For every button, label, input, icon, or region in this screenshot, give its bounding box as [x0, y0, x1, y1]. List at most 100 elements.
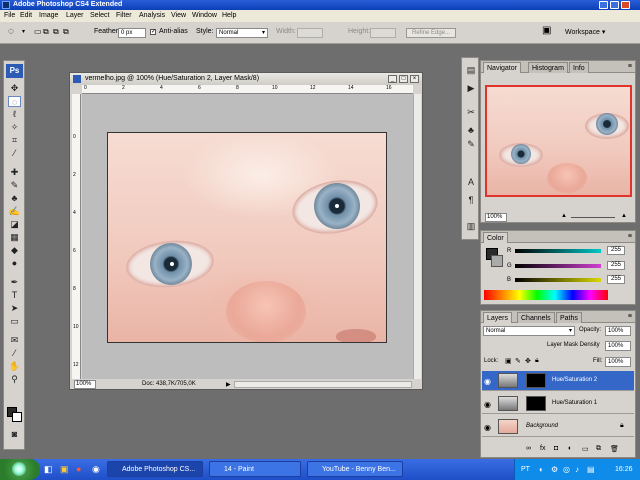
close-button[interactable]: [621, 1, 630, 9]
eyedropper-tool-icon[interactable]: ⁄: [8, 148, 21, 159]
crop-tool-icon[interactable]: ⌗: [8, 135, 21, 146]
quicklaunch-icon[interactable]: ▣: [60, 464, 69, 475]
brush-tool-icon[interactable]: ✎: [8, 180, 21, 191]
actions-panel-icon[interactable]: ▶: [465, 82, 477, 94]
tab-color[interactable]: Color: [483, 232, 508, 243]
quick-mask-icon[interactable]: ◙: [8, 429, 21, 440]
layer-comps-icon[interactable]: ▥: [465, 220, 477, 232]
history-brush-tool-icon[interactable]: ✍: [8, 206, 21, 217]
clone-stamp-tool-icon[interactable]: ♣: [8, 193, 21, 204]
menu-help[interactable]: Help: [222, 10, 236, 22]
lock-all-icon[interactable]: 🔒︎: [535, 357, 539, 365]
pen-tool-icon[interactable]: ✒: [8, 277, 21, 288]
fx-icon[interactable]: fx: [540, 445, 545, 452]
healing-brush-tool-icon[interactable]: ✚: [8, 167, 21, 178]
intersect-selection-icon[interactable]: ⧉: [63, 27, 69, 37]
quicklaunch-icon[interactable]: ◉: [92, 464, 100, 475]
language-indicator[interactable]: PT: [521, 459, 530, 480]
menu-select[interactable]: Select: [90, 10, 109, 22]
paragraph-panel-icon[interactable]: ¶: [465, 194, 477, 206]
blue-slider[interactable]: B 255: [507, 275, 635, 285]
taskbar-button-youtube[interactable]: YouTube - Benny Ben...: [307, 461, 403, 477]
tray-icon[interactable]: ⚙: [551, 459, 558, 480]
path-selection-tool-icon[interactable]: ➤: [8, 303, 21, 314]
character-panel-icon[interactable]: A: [465, 176, 477, 188]
zoom-slider[interactable]: [571, 217, 615, 218]
visibility-eye-icon[interactable]: ◉: [484, 400, 491, 409]
background-color-swatch[interactable]: [12, 412, 22, 422]
marquee-preset-icon[interactable]: ◌: [8, 26, 14, 37]
zoom-in-icon[interactable]: ▲: [621, 213, 627, 219]
shape-tool-icon[interactable]: ▭: [8, 316, 21, 327]
tab-paths[interactable]: Paths: [556, 312, 582, 323]
menu-file[interactable]: File: [4, 10, 15, 22]
notes-tool-icon[interactable]: ✉: [8, 335, 21, 346]
fill-field[interactable]: 100%: [605, 357, 631, 367]
canvas-area[interactable]: [82, 94, 413, 379]
menu-view[interactable]: View: [171, 10, 186, 22]
tab-layers[interactable]: Layers: [483, 312, 513, 323]
nav-zoom-field[interactable]: 100%: [485, 213, 507, 222]
doc-maximize-button[interactable]: □: [399, 75, 408, 83]
subtract-selection-icon[interactable]: ⧉: [53, 27, 59, 37]
color-spectrum-ramp[interactable]: [484, 290, 608, 300]
color-bg-swatch[interactable]: [491, 255, 503, 267]
adjustment-icon[interactable]: ◐: [568, 445, 572, 452]
layer-mask-thumbnail[interactable]: [526, 396, 546, 411]
visibility-eye-icon[interactable]: ◉: [484, 423, 491, 432]
panel-menu-icon[interactable]: ≡: [628, 313, 632, 320]
brushes-panel-icon[interactable]: ✎: [465, 138, 477, 150]
dodge-tool-icon[interactable]: ●: [8, 258, 21, 269]
speaker-icon[interactable]: ♪: [575, 459, 579, 480]
eraser-tool-icon[interactable]: ◪: [8, 219, 21, 230]
new-selection-icon[interactable]: ▭: [34, 27, 42, 36]
tab-navigator[interactable]: Navigator: [483, 62, 521, 73]
mask-icon[interactable]: ◘: [554, 445, 558, 452]
lock-transparency-icon[interactable]: ▣: [505, 357, 512, 365]
network-icon[interactable]: ▤: [587, 459, 595, 480]
maximize-button[interactable]: [610, 1, 619, 9]
zoom-field[interactable]: 100%: [74, 380, 96, 389]
workspace-button[interactable]: Workspace ▾: [565, 28, 605, 36]
type-tool-icon[interactable]: T: [8, 290, 21, 301]
history-panel-icon[interactable]: ▤: [465, 64, 477, 76]
navigator-preview[interactable]: [485, 85, 632, 197]
panel-menu-icon[interactable]: ≡: [628, 233, 632, 240]
layer-row-background[interactable]: ◉ Background 🔒︎: [482, 417, 634, 437]
magic-wand-tool-icon[interactable]: ✧: [8, 122, 21, 133]
folder-icon[interactable]: ▭: [582, 445, 589, 453]
tray-icon[interactable]: ◎: [563, 459, 570, 480]
quicklaunch-icon[interactable]: ●: [76, 464, 81, 474]
green-value[interactable]: 255: [607, 261, 625, 270]
tools-preset-icon[interactable]: ✂: [465, 106, 477, 118]
eyedropper-3d-tool-icon[interactable]: ⁄: [8, 348, 21, 359]
visibility-eye-icon[interactable]: ◉: [484, 377, 491, 386]
menu-window[interactable]: Window: [192, 10, 217, 22]
layer-mask-thumbnail[interactable]: [526, 373, 546, 388]
green-slider[interactable]: G 255: [507, 261, 635, 271]
hand-tool-icon[interactable]: ✋: [8, 361, 21, 372]
tab-channels[interactable]: Channels: [517, 312, 555, 323]
horizontal-scrollbar[interactable]: [234, 381, 412, 388]
layer-row-hue-saturation-1[interactable]: ◉ Hue/Saturation 1: [482, 394, 634, 414]
blur-tool-icon[interactable]: ◆: [8, 245, 21, 256]
opacity-field[interactable]: 100%: [605, 326, 631, 336]
lasso-tool-icon[interactable]: ℓ: [8, 109, 21, 120]
menu-edit[interactable]: Edit: [20, 10, 32, 22]
refine-edge-button[interactable]: Refine Edge...: [406, 28, 456, 38]
feather-field[interactable]: 0 px: [118, 28, 146, 38]
lock-position-icon[interactable]: ✥: [525, 357, 531, 365]
chevron-down-icon[interactable]: ▾: [22, 28, 25, 35]
red-bar[interactable]: [515, 249, 601, 253]
tab-info[interactable]: Info: [569, 62, 589, 73]
document-title-bar[interactable]: vermelho.jpg @ 100% (Hue/Saturation 2, L…: [70, 73, 422, 85]
minimize-button[interactable]: [599, 1, 608, 9]
new-layer-icon[interactable]: ⧉: [596, 445, 601, 453]
layer-row-hue-saturation-2[interactable]: ◉ Hue/Saturation 2: [482, 371, 634, 391]
menu-image[interactable]: Image: [39, 10, 58, 22]
blue-value[interactable]: 255: [607, 275, 625, 284]
taskbar-button-photoshop[interactable]: Adobe Photoshop CS...: [107, 461, 203, 477]
move-tool-icon[interactable]: ✥: [8, 83, 21, 94]
gradient-tool-icon[interactable]: ▦: [8, 232, 21, 243]
link-icon[interactable]: ∞: [526, 445, 531, 452]
